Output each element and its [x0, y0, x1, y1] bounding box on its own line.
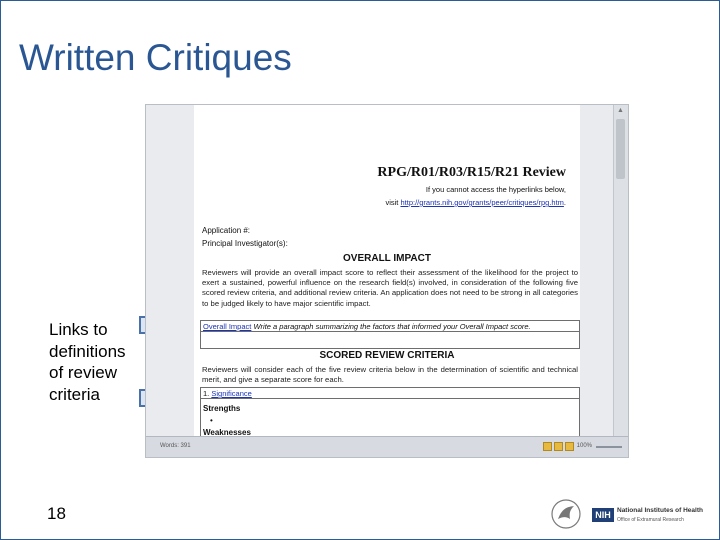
scored-criteria-heading: SCORED REVIEW CRITERIA: [319, 350, 455, 361]
scroll-thumb[interactable]: [616, 119, 625, 179]
scored-criteria-paragraph: Reviewers will consider each of the five…: [202, 365, 578, 385]
vertical-scrollbar[interactable]: ▲: [613, 105, 628, 439]
document-page: RPG/R01/R03/R15/R21 Review If you cannot…: [194, 105, 580, 439]
scroll-up-icon[interactable]: ▲: [617, 107, 624, 114]
document-title: RPG/R01/R03/R15/R21 Review: [377, 165, 566, 180]
significance-number: 1.: [203, 389, 210, 398]
strengths-bullet: •: [210, 416, 213, 425]
critiques-url-link[interactable]: http://grants.nih.gov/grants/peer/critiq…: [400, 198, 563, 207]
url-suffix: .: [563, 198, 566, 207]
significance-entry-box[interactable]: [200, 399, 580, 439]
zoom-level: 100%: [576, 443, 592, 449]
application-label: Application #:: [202, 226, 251, 235]
significance-link[interactable]: Significance: [211, 389, 251, 398]
overall-impact-instruction: Write a paragraph summarizing the factor…: [253, 322, 531, 331]
document-screenshot: RPG/R01/R03/R15/R21 Review If you cannot…: [145, 104, 629, 458]
pi-label: Principal Investigator(s):: [202, 239, 288, 248]
visit-line: visit http://grants.nih.gov/grants/peer/…: [385, 198, 566, 207]
side-caption-line: definitions: [49, 341, 126, 361]
significance-row: 1. Significance: [200, 387, 580, 399]
status-bar: Words: 391 100%: [146, 436, 628, 457]
view-buttons[interactable]: [543, 442, 576, 453]
strengths-label: Strengths: [203, 404, 241, 413]
nih-name: National Institutes of Health: [617, 507, 703, 514]
hyperlink-note: If you cannot access the hyperlinks belo…: [425, 185, 566, 194]
zoom-slider[interactable]: [596, 446, 622, 448]
slide: Written Critiques Links to definitions o…: [0, 0, 720, 540]
nih-office: Office of Extramural Research: [617, 517, 684, 523]
full-screen-icon[interactable]: [554, 442, 563, 451]
overall-impact-row: Overall Impact Write a paragraph summari…: [200, 320, 580, 332]
print-layout-icon[interactable]: [543, 442, 552, 451]
hhs-eagle-logo-icon: [551, 499, 581, 529]
slide-title: Written Critiques: [19, 37, 292, 78]
overall-impact-heading: OVERALL IMPACT: [343, 253, 431, 264]
nih-badge: NIH: [592, 508, 614, 522]
overall-impact-entry-box[interactable]: [200, 332, 580, 349]
word-count: Words: 391: [160, 443, 191, 449]
overall-impact-link[interactable]: Overall Impact: [203, 322, 251, 331]
visit-prefix: visit: [385, 198, 399, 207]
overall-impact-paragraph: Reviewers will provide an overall impact…: [202, 268, 578, 308]
web-layout-icon[interactable]: [565, 442, 574, 451]
page-number: 18: [47, 504, 66, 523]
